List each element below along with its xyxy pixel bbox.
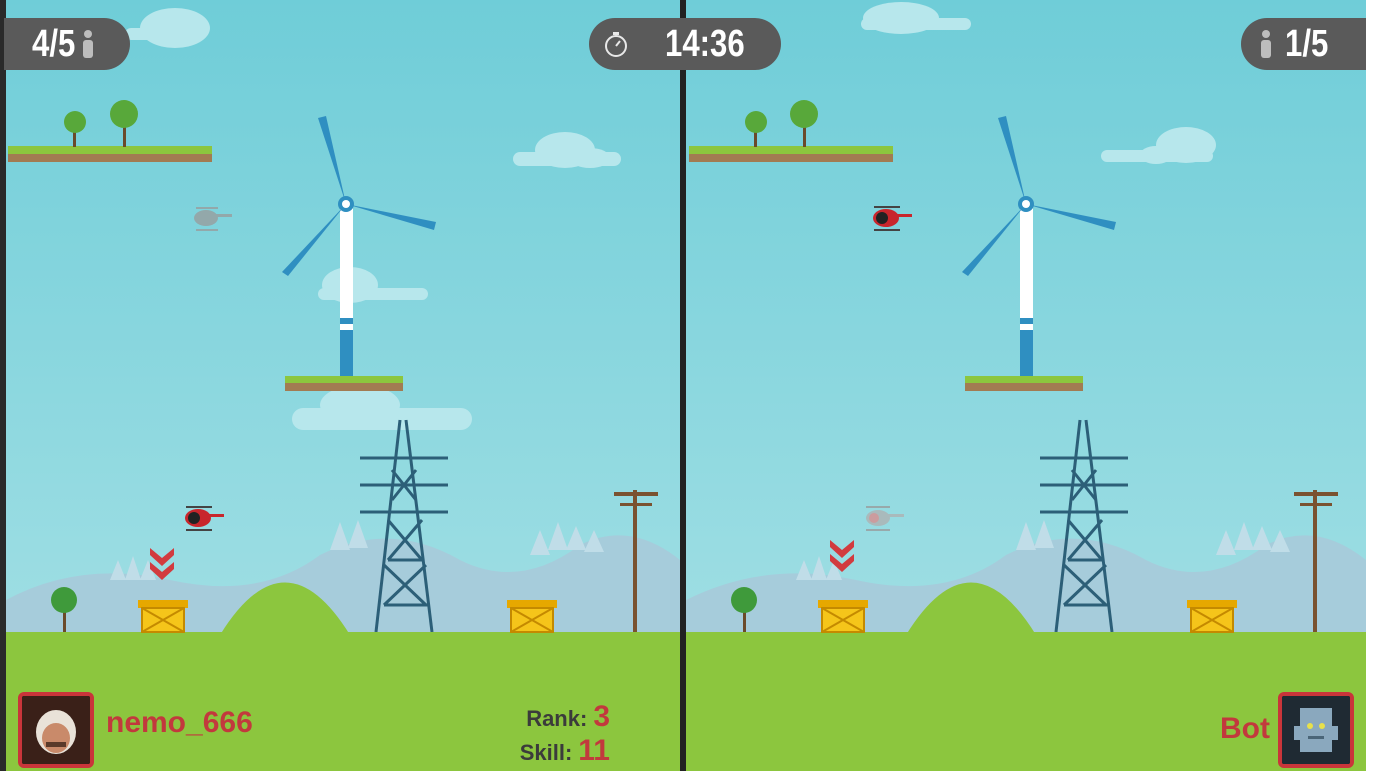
match-timer: 14:36 <box>589 18 781 70</box>
landing-pad <box>138 600 188 633</box>
landing-pad <box>1187 600 1237 633</box>
right-lives-value: 1/5 <box>1285 22 1329 65</box>
rank-value: 3 <box>593 700 610 733</box>
left-scene <box>0 0 680 771</box>
landing-pad <box>507 600 557 633</box>
rank-label: Rank: <box>526 706 588 731</box>
left-lives-value: 4/5 <box>32 22 76 65</box>
person-icon <box>1261 30 1271 58</box>
game-screen: nemo_666 Rank: 3 Skill: 11 Bot 4/5 14:36… <box>0 0 1379 771</box>
skill-label: Skill: <box>519 740 573 765</box>
stopwatch-icon <box>605 32 627 57</box>
right-player-view: Bot <box>686 0 1366 771</box>
floating-platform <box>8 146 212 162</box>
player-avatar <box>18 692 94 768</box>
timer-value: 14:36 <box>665 22 745 65</box>
floating-platform <box>965 376 1083 391</box>
left-player-view: nemo_666 Rank: 3 Skill: 11 <box>0 0 680 771</box>
floating-platform <box>285 376 403 391</box>
bot-avatar <box>1278 692 1354 768</box>
right-lives-counter: 1/5 <box>1241 18 1366 70</box>
left-lives-counter: 4/5 <box>4 18 130 70</box>
floating-platform <box>689 146 893 162</box>
person-icon <box>82 30 93 58</box>
player-name: nemo_666 <box>106 706 253 739</box>
bot-name: Bot <box>1220 712 1270 745</box>
player-stats: Rank: 3 Skill: 11 <box>520 700 610 768</box>
right-scene <box>686 0 1366 771</box>
landing-pad <box>818 600 868 633</box>
right-edge <box>1366 0 1379 771</box>
skill-value: 11 <box>578 734 610 767</box>
